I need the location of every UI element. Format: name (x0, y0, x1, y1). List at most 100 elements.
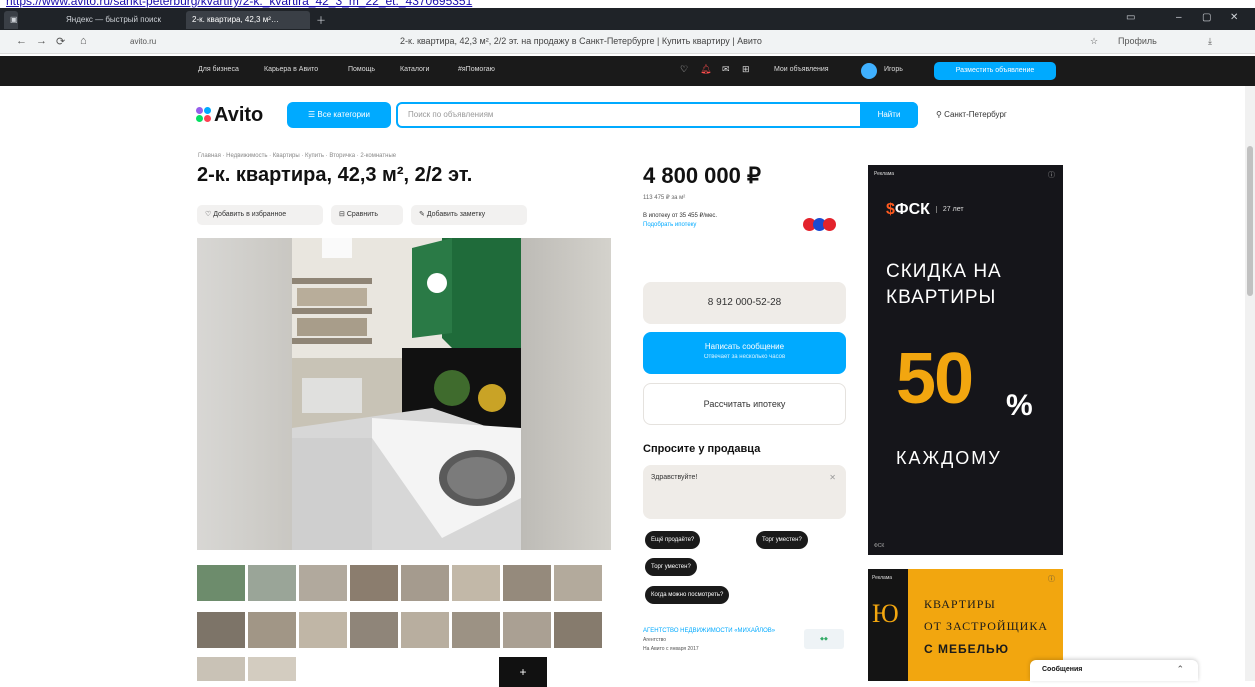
new-tab-icon[interactable]: ＋ (316, 12, 326, 27)
thumbnail[interactable] (350, 612, 398, 648)
thumbnail[interactable] (554, 565, 602, 601)
chevron-up-icon[interactable]: ⌃ (1176, 664, 1184, 675)
ask-seller-text[interactable]: Здравствуйте! (651, 474, 697, 481)
scrollbar-thumb[interactable] (1247, 146, 1253, 296)
nav-career[interactable]: Карьера в Авито (264, 66, 318, 73)
note-icon: ✎ (419, 211, 427, 218)
calc-mortgage-button[interactable]: Рассчитать ипотеку (643, 383, 846, 425)
messenger-widget[interactable]: Сообщения ⌃ (1030, 660, 1198, 681)
page-url-link[interactable]: https://www.avito.ru/sankt-peterburg/kva… (6, 0, 472, 8)
listing-title: 2-к. квартира, 42,3 м², 2/2 эт. (197, 164, 473, 186)
quick-question-chip[interactable]: Торг уместен? (645, 558, 697, 576)
kitchen-photo (292, 238, 521, 550)
seller-logo[interactable]: ◆◆ (804, 629, 844, 649)
thumbnail[interactable] (248, 565, 296, 601)
minimize-icon[interactable]: – (1176, 12, 1182, 23)
thumbnail[interactable] (503, 565, 551, 601)
seller-name[interactable]: АГЕНТСТВО НЕДВИЖИМОСТИ «МИХАЙЛОВ» (643, 627, 788, 635)
tab-inactive[interactable]: Яндекс — быстрый поиск (60, 11, 180, 29)
mortgage-monthly: В ипотеку от 35 455 ₽/мес. (643, 213, 718, 219)
location-label: Санкт-Петербург (944, 110, 1007, 119)
quick-question-chip[interactable]: Когда можно посмотреть? (645, 586, 730, 604)
avito-logo[interactable]: Avito (196, 104, 263, 127)
thumbnail[interactable] (248, 657, 296, 681)
tab-active[interactable]: 2-к. квартира, 42,3 м²… (186, 11, 310, 29)
close-window-icon[interactable]: ✕ (1230, 12, 1238, 23)
maximize-icon[interactable]: ▢ (1202, 12, 1211, 23)
notifications-bell-icon[interactable]: 🔔︎ (700, 64, 711, 75)
ad-headline-1: СКИДКА НА (886, 261, 1002, 282)
messages-icon[interactable]: ✉ (722, 64, 730, 75)
thumbnail[interactable] (452, 612, 500, 648)
compare-button[interactable]: ⊟ Сравнить (331, 205, 403, 225)
address-domain[interactable]: avito.ru (130, 37, 156, 46)
back-icon[interactable]: ← (16, 35, 27, 47)
gallery-next-blur[interactable] (521, 238, 611, 550)
add-note-button[interactable]: ✎ Добавить заметку (411, 205, 527, 225)
quick-question-chip[interactable]: Торг уместен? (756, 531, 808, 549)
page-title-display[interactable]: 2-к. квартира, 42,3 м², 2/2 эт. на прода… (400, 36, 762, 46)
close-ad-icon[interactable]: ⓘ (1048, 574, 1055, 584)
thumbnail[interactable] (248, 612, 296, 648)
nav-ya-pomogayu[interactable]: #яПомогаю (458, 66, 495, 73)
search-field[interactable]: Поиск по объявлениям Найти (396, 102, 918, 128)
write-message-button[interactable]: Написать сообщение Отвечает за несколько… (643, 332, 846, 374)
user-name[interactable]: Игорь (884, 66, 903, 73)
forward-icon[interactable]: → (36, 35, 47, 47)
mortgage-link[interactable]: Подобрать ипотеку (643, 222, 696, 228)
ask-seller-title: Спросите у продавца (643, 443, 761, 455)
ad-line-3: С МЕБЕЛЬЮ (924, 642, 1010, 656)
cart-icon[interactable]: ⊞ (742, 64, 750, 75)
downloads-icon[interactable]: ⤓ (1208, 36, 1212, 47)
page-scrollbar[interactable] (1245, 86, 1255, 681)
user-avatar[interactable] (861, 63, 877, 79)
all-categories-button[interactable]: ☰ Все категории (287, 102, 391, 128)
tab-list-icon[interactable]: ▭ (1126, 12, 1135, 23)
more-photos-thumbnail[interactable]: + (499, 657, 547, 687)
nav-help[interactable]: Помощь (348, 66, 375, 73)
clear-icon[interactable]: ✕ (829, 473, 836, 482)
ad-brand-glyph: Ю (872, 599, 899, 628)
gallery-prev-blur[interactable] (197, 238, 292, 550)
reload-icon[interactable]: ⟳ (56, 35, 65, 48)
main-photo[interactable] (292, 238, 521, 550)
thumbnail[interactable] (197, 565, 245, 601)
ad-brand: $ФСК 27 лет (886, 201, 964, 218)
breadcrumb[interactable]: Главная · Недвижимость · Квартиры · Купи… (198, 153, 396, 159)
thumbnail[interactable] (401, 565, 449, 601)
ask-seller-input[interactable]: Здравствуйте! ✕ (643, 465, 846, 519)
ad-percent: % (1006, 389, 1033, 422)
thumbnail[interactable] (554, 612, 602, 648)
bookmark-icon[interactable]: ☆ (1090, 36, 1098, 47)
home-icon[interactable]: ⌂ (80, 35, 87, 47)
quick-question-chip[interactable]: Ещё продаёте? (645, 531, 701, 549)
close-ad-icon[interactable]: ⓘ (1048, 170, 1055, 180)
menu-icon: ☰ (308, 110, 318, 119)
thumbnail[interactable] (452, 565, 500, 601)
add-favorite-button[interactable]: ♡ Добавить в избранное (197, 205, 323, 225)
location-selector[interactable]: ⚲ Санкт-Петербург (936, 110, 1007, 119)
seller-card[interactable]: АГЕНТСТВО НЕДВИЖИМОСТИ «МИХАЙЛОВ» Агентс… (643, 627, 846, 681)
thumbnail[interactable] (401, 612, 449, 648)
thumbnail[interactable] (350, 565, 398, 601)
post-ad-button[interactable]: Разместить объявление (934, 62, 1056, 80)
thumbnail[interactable] (197, 612, 245, 648)
profile-button[interactable]: Профиль (1118, 36, 1157, 46)
thumbnail[interactable] (503, 612, 551, 648)
thumbnail[interactable] (197, 657, 245, 681)
search-input[interactable]: Поиск по объявлениям (408, 110, 493, 119)
thumbnail[interactable] (299, 565, 347, 601)
ad-banner-fsk[interactable]: Реклама ⓘ $ФСК 27 лет СКИДКА НА КВАРТИРЫ … (868, 165, 1063, 555)
avito-logo-text: Avito (214, 104, 264, 126)
my-ads-link[interactable]: Мои объявления (774, 66, 829, 73)
all-categories-label: Все категории (317, 110, 370, 119)
search-button[interactable]: Найти (860, 102, 918, 128)
site-header: Avito ☰ Все категории Поиск по объявлени… (0, 86, 1255, 146)
show-phone-button[interactable]: 8 912 000-52-28 (643, 282, 846, 324)
thumbnail[interactable] (299, 612, 347, 648)
photo-gallery[interactable] (197, 238, 611, 550)
nav-catalogs[interactable]: Каталоги (400, 66, 429, 73)
favorites-heart-icon[interactable]: ♡ (680, 64, 688, 75)
nav-business[interactable]: Для бизнеса (198, 66, 239, 73)
browser-menu-icon[interactable]: ▣ (4, 11, 18, 29)
